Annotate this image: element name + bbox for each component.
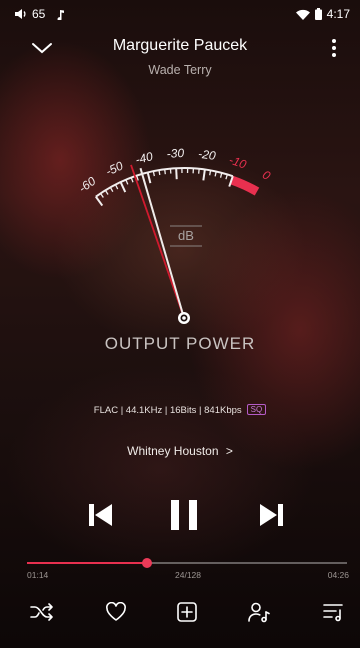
- quality-badge: SQ: [246, 404, 267, 415]
- meter-scale-label: -50: [104, 158, 126, 178]
- add-to-playlist-button[interactable]: [171, 598, 203, 630]
- artist-button[interactable]: [243, 598, 275, 630]
- meter-tick: [175, 168, 178, 180]
- pause-icon: [168, 499, 200, 536]
- meter-tick: [146, 172, 152, 184]
- meter-tick: [225, 174, 228, 180]
- queue-position: 24/128: [175, 570, 201, 580]
- meter-scale-label: -10: [227, 153, 248, 172]
- meter-tick: [209, 170, 212, 176]
- seek-thumb[interactable]: [142, 558, 152, 568]
- artist-icon: [247, 601, 271, 628]
- heart-icon: [105, 601, 127, 627]
- skip-next-icon: [259, 502, 285, 533]
- shuffle-icon: [30, 602, 54, 627]
- meter-tick: [125, 179, 129, 185]
- pause-button[interactable]: [164, 497, 204, 537]
- bottom-toolbar: [0, 598, 360, 630]
- meter-scale-label: -30: [166, 146, 184, 161]
- status-time: 4:17: [326, 7, 350, 21]
- skip-previous-icon: [87, 502, 113, 533]
- chevron-down-icon: [31, 41, 53, 59]
- meter-tick: [198, 168, 200, 174]
- meter-tick: [164, 169, 166, 175]
- meter-needle: [139, 167, 185, 319]
- meter-tick: [114, 184, 119, 190]
- duration: 04:26: [327, 570, 349, 580]
- seek-fill: [27, 562, 147, 564]
- shuffle-button[interactable]: [26, 598, 58, 630]
- track-title: Marguerite Paucek: [112, 37, 248, 54]
- audio-format-info: FLAC | 44.1KHz | 16Bits | 841Kbps SQ: [0, 404, 360, 416]
- related-artist-label: Whitney Houston: [127, 444, 219, 458]
- meter-scale-label: 0: [260, 168, 273, 184]
- wifi-icon: [295, 9, 310, 20]
- meter-tick: [158, 169, 161, 176]
- meter-tick: [100, 192, 104, 198]
- meter-scale-label: -60: [76, 174, 99, 196]
- meter-scale-label: -20: [197, 147, 216, 163]
- meter-unit-label: dB: [178, 228, 194, 243]
- seek-bar[interactable]: [27, 556, 347, 570]
- previous-button[interactable]: [80, 497, 120, 537]
- more-menu-button[interactable]: [318, 36, 350, 64]
- meter-tick: [95, 196, 104, 207]
- format-text: FLAC | 44.1KHz | 16Bits | 841Kbps: [93, 405, 242, 416]
- volume-icon: [14, 8, 28, 20]
- related-artist-link[interactable]: Whitney Houston >: [0, 444, 360, 458]
- track-artist[interactable]: Wade Terry: [60, 63, 300, 77]
- more-vertical-icon: [331, 38, 337, 63]
- time-row: 01:14 24/128 04:26: [27, 570, 349, 582]
- queue-button[interactable]: [318, 598, 350, 630]
- favorite-button[interactable]: [100, 598, 132, 630]
- music-note-icon: [57, 9, 65, 20]
- meter-tick: [104, 189, 109, 195]
- meter-peak-needle: [130, 164, 185, 319]
- meter-tick: [202, 169, 206, 181]
- meter-label: OUTPUT POWER: [104, 334, 256, 353]
- playback-controls: [0, 497, 360, 537]
- next-button[interactable]: [252, 497, 292, 537]
- player-screen: 65 4:17 Marguerite Paucek Wade Terry -60…: [0, 0, 360, 648]
- meter-hot-zone: [229, 175, 260, 196]
- queue-icon: [322, 601, 346, 628]
- collapse-button[interactable]: [26, 36, 58, 64]
- meter-scale-label: -40: [134, 149, 155, 167]
- meter-pivot-center: [182, 316, 186, 320]
- battery-icon: [314, 8, 322, 20]
- meter-tick: [130, 177, 134, 183]
- now-playing-header: Marguerite Paucek Wade Terry: [0, 32, 360, 82]
- chevron-right-icon: >: [225, 444, 233, 458]
- add-box-icon: [176, 601, 198, 628]
- meter-tick: [109, 186, 114, 192]
- status-bar: 65 4:17: [0, 0, 360, 26]
- meter-tick: [119, 181, 127, 193]
- vu-meter: -60 -50 -40 -30 -20 -10 0 dB OUTPUT POWER: [0, 140, 360, 380]
- volume-level: 65: [32, 7, 46, 21]
